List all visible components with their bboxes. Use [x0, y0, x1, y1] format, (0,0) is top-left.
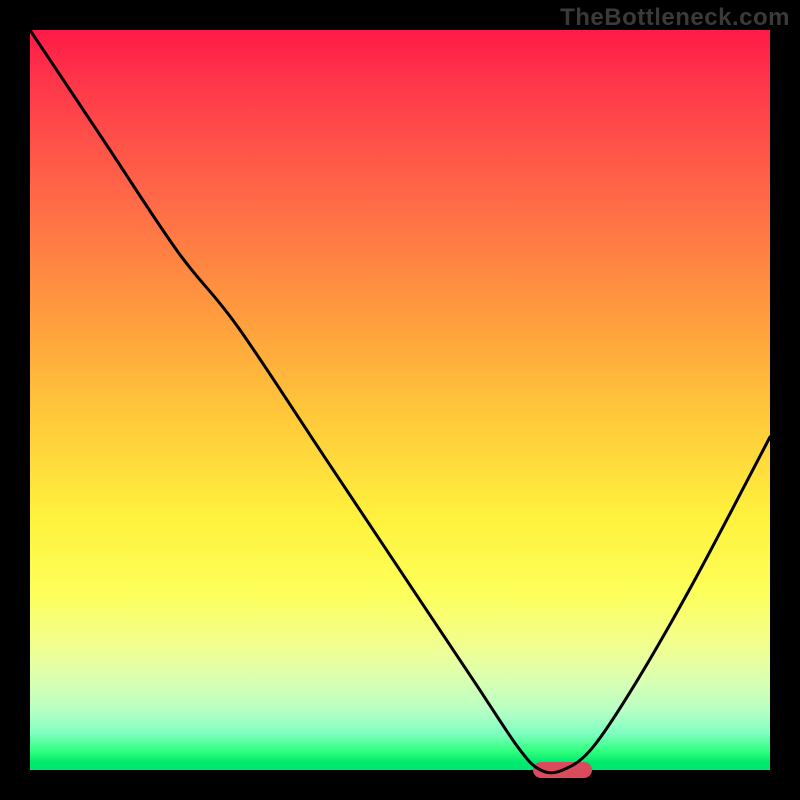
chart-frame: TheBottleneck.com: [0, 0, 800, 800]
plot-area: [30, 30, 770, 770]
watermark-text: TheBottleneck.com: [560, 4, 790, 32]
bottleneck-curve-path: [30, 30, 770, 773]
curve-svg: [30, 30, 770, 770]
